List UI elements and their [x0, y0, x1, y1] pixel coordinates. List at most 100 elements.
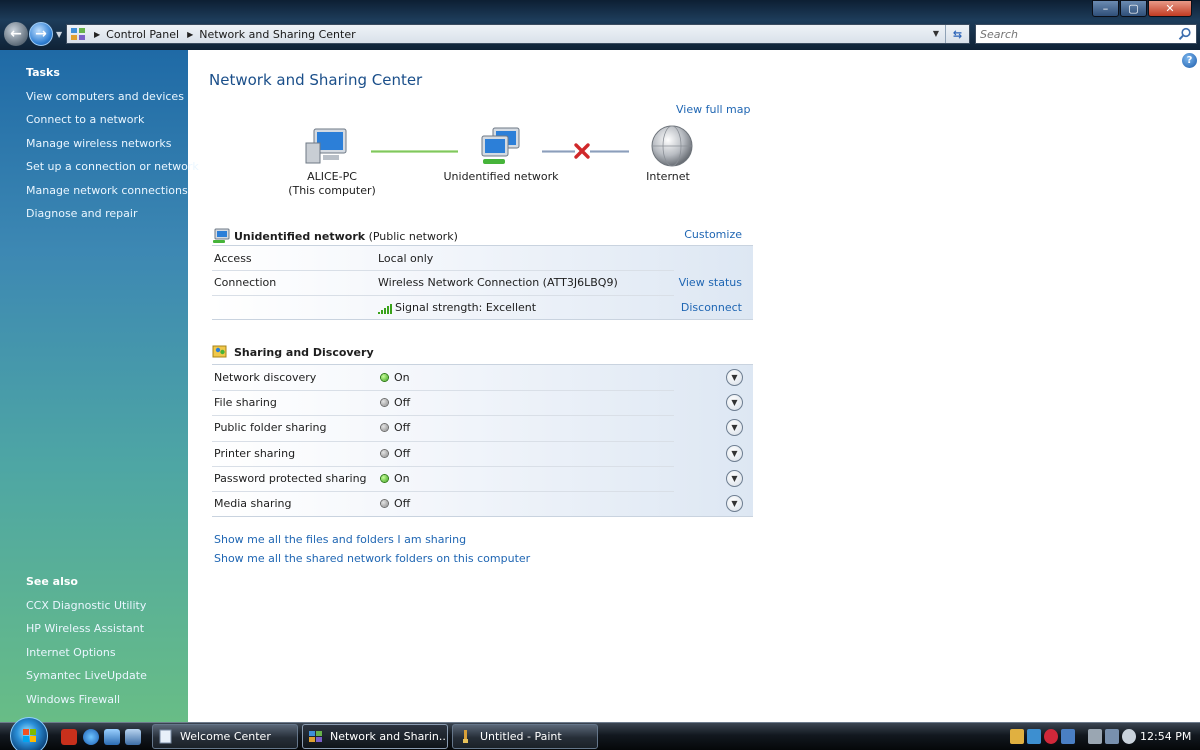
- expand-chevron-icon[interactable]: ▼: [726, 470, 743, 487]
- sharing-status: Off: [378, 421, 410, 434]
- expand-chevron-icon[interactable]: ▼: [726, 445, 743, 462]
- tray-folder-icon[interactable]: [1010, 729, 1024, 744]
- network-icon: [213, 228, 230, 243]
- see-also-firewall[interactable]: Windows Firewall: [26, 693, 120, 706]
- minimize-button[interactable]: –: [1092, 0, 1119, 17]
- close-button[interactable]: ✕: [1148, 0, 1192, 17]
- access-value: Local only: [378, 252, 434, 265]
- network-row-access: Access Local only: [212, 246, 753, 271]
- network-row-connection: Connection Wireless Network Connection (…: [212, 270, 753, 295]
- see-also-ccx[interactable]: CCX Diagnostic Utility: [26, 599, 146, 612]
- forward-arrow-icon: →: [35, 26, 47, 42]
- see-also-liveupdate[interactable]: Symantec LiveUpdate: [26, 669, 147, 682]
- tray-volume-icon[interactable]: [1122, 729, 1136, 744]
- sidebar-task-connect-network[interactable]: Connect to a network: [26, 113, 144, 126]
- control-panel-icon: [309, 731, 322, 742]
- taskbar-welcome-center[interactable]: Welcome Center: [152, 724, 298, 749]
- signal-strength-text: Signal strength: Excellent: [395, 301, 537, 314]
- show-shared-files-link[interactable]: Show me all the files and folders I am s…: [214, 533, 466, 546]
- expand-chevron-icon[interactable]: ▼: [726, 369, 743, 386]
- status-on-icon: [381, 475, 388, 482]
- tray-security-icon[interactable]: [1044, 729, 1058, 744]
- view-status-link[interactable]: View status: [679, 276, 742, 289]
- forward-button[interactable]: →: [29, 22, 53, 46]
- customize-link[interactable]: Customize: [684, 228, 742, 241]
- sharing-status: Off: [378, 447, 410, 460]
- sidebar-task-manage-wireless[interactable]: Manage wireless networks: [26, 137, 171, 150]
- history-dropdown-icon[interactable]: ▼: [56, 30, 64, 39]
- sharing-section-header: Sharing and Discovery: [212, 343, 753, 363]
- breadcrumb-separator-icon: ▶: [94, 29, 101, 39]
- internet-explorer-icon[interactable]: [83, 729, 99, 745]
- refresh-icon: ⇆: [952, 27, 963, 41]
- taskbar-clock[interactable]: 12:54 PM: [1140, 730, 1191, 743]
- network-row-signal: Signal strength: Excellent Disconnect: [212, 295, 753, 320]
- taskbar-paint[interactable]: Untitled - Paint: [452, 724, 598, 749]
- map-internet-node[interactable]: Internet: [636, 170, 700, 184]
- sidebar-task-manage-connections[interactable]: Manage network connections: [26, 184, 188, 197]
- computer-icon: [305, 128, 347, 164]
- sharing-label: File sharing: [214, 396, 277, 409]
- taskbar-network-sharing[interactable]: Network and Sharin...: [302, 724, 448, 749]
- access-label: Access: [214, 252, 252, 265]
- paint-brush-icon: [463, 730, 468, 743]
- expand-chevron-icon[interactable]: ▼: [726, 495, 743, 512]
- windows-logo-icon: [23, 729, 36, 742]
- map-this-computer[interactable]: ALICE-PC (This computer): [286, 170, 378, 198]
- window-controls: – ▢ ✕: [1091, 0, 1192, 17]
- network-section-title: Unidentified network (Public network): [234, 230, 458, 243]
- sharing-label: Public folder sharing: [214, 421, 327, 434]
- switch-windows-icon[interactable]: [125, 729, 141, 745]
- connection-value: Wireless Network Connection (ATT3J6LBQ9): [378, 276, 618, 289]
- aim-icon[interactable]: [61, 729, 77, 745]
- sidebar-task-view-computers[interactable]: View computers and devices: [26, 90, 184, 103]
- search-input[interactable]: [976, 27, 1166, 41]
- connection-line-broken: [590, 150, 629, 153]
- sidebar-tasks-heading: Tasks: [26, 66, 60, 79]
- refresh-button[interactable]: ⇆: [945, 25, 969, 43]
- see-also-internet-options[interactable]: Internet Options: [26, 646, 116, 659]
- document-icon: [159, 729, 172, 744]
- sidebar-task-diagnose[interactable]: Diagnose and repair: [26, 207, 138, 220]
- no-connection-x-icon[interactable]: [573, 142, 591, 160]
- disconnect-link[interactable]: Disconnect: [681, 301, 742, 314]
- search-box: [975, 24, 1197, 44]
- sharing-details-box: Network discovery On ▼ File sharing Off …: [212, 364, 753, 517]
- sharing-row-network-discovery: Network discovery On ▼: [212, 365, 753, 390]
- back-arrow-icon: ←: [10, 26, 22, 42]
- back-button[interactable]: ←: [4, 22, 28, 46]
- sharing-status: On: [378, 371, 410, 384]
- maximize-button[interactable]: ▢: [1120, 0, 1147, 17]
- tray-update-icon[interactable]: [1061, 729, 1075, 744]
- expand-chevron-icon[interactable]: ▼: [726, 419, 743, 436]
- signal-bars-icon: [378, 304, 392, 314]
- sharing-label: Network discovery: [214, 371, 317, 384]
- taskbar: Welcome Center Network and Sharin... Unt…: [0, 717, 1200, 750]
- breadcrumb-control-panel[interactable]: Control Panel: [106, 28, 179, 41]
- view-full-map-link[interactable]: View full map: [676, 103, 751, 116]
- sharing-label: Media sharing: [214, 497, 292, 510]
- connection-line-broken: [542, 150, 575, 153]
- tray-network-icon[interactable]: [1105, 729, 1119, 744]
- expand-chevron-icon[interactable]: ▼: [726, 394, 743, 411]
- help-icon[interactable]: ?: [1182, 53, 1197, 68]
- show-shared-folders-link[interactable]: Show me all the shared network folders o…: [214, 552, 530, 565]
- tray-battery-icon[interactable]: [1088, 729, 1102, 744]
- address-dropdown-icon[interactable]: ▼: [933, 29, 939, 38]
- computer-subtitle: (This computer): [288, 184, 376, 197]
- sharing-status: On: [378, 472, 410, 485]
- search-icon[interactable]: [1178, 27, 1192, 41]
- sharing-row-media: Media sharing Off ▼: [212, 491, 753, 516]
- map-network-node[interactable]: Unidentified network: [440, 170, 562, 184]
- show-desktop-icon[interactable]: [104, 729, 120, 745]
- breadcrumb-network-sharing[interactable]: Network and Sharing Center: [199, 28, 355, 41]
- start-button[interactable]: [10, 717, 48, 750]
- status-off-icon: [381, 500, 388, 507]
- sharing-status: Off: [378, 497, 410, 510]
- sharing-row-file-sharing: File sharing Off ▼: [212, 390, 753, 415]
- sharing-section-title: Sharing and Discovery: [234, 346, 374, 359]
- address-bar[interactable]: ▶ Control Panel ▶ Network and Sharing Ce…: [66, 24, 970, 44]
- sidebar-task-setup-connection[interactable]: Set up a connection or network: [26, 160, 199, 173]
- see-also-hp-wireless[interactable]: HP Wireless Assistant: [26, 622, 144, 635]
- tray-app-icon[interactable]: [1027, 729, 1041, 744]
